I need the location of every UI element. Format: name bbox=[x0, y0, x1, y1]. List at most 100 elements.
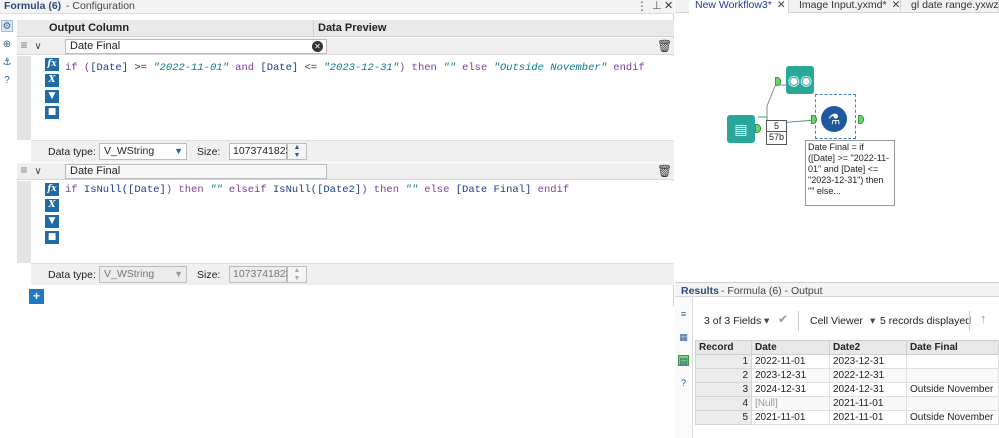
kebab-menu-icon[interactable]: ⋮ bbox=[636, 0, 648, 13]
table-row[interactable]: 3 2024-12-31 2024-12-31 Outside November bbox=[695, 382, 999, 397]
record-cell: 2 bbox=[695, 368, 752, 383]
results-panel: ≡ ▦ ▤ ? 3 of 3 Fields ▾ ✔ Cell Viewer ▾ … bbox=[675, 297, 999, 438]
formula-token: "" bbox=[405, 184, 418, 196]
record-count-badge: 5 57b bbox=[766, 120, 787, 145]
table-cell[interactable]: 2023-12-31 bbox=[829, 354, 907, 369]
function-icon[interactable]: fx bbox=[45, 183, 59, 196]
header-divider[interactable] bbox=[313, 20, 314, 37]
table-cell[interactable]: 2024-12-31 bbox=[829, 382, 907, 397]
load-expression-icon[interactable]: ▼ bbox=[45, 90, 59, 103]
formula-token: "" bbox=[443, 62, 456, 74]
record-cell: 4 bbox=[695, 396, 752, 411]
arrow-up-icon[interactable]: ↑ bbox=[980, 311, 987, 326]
expression-grid-header: Output Column Data Preview bbox=[17, 20, 674, 37]
browse-tool-icon[interactable]: ◉◉ bbox=[786, 66, 814, 94]
pin-icon[interactable]: ⊥ bbox=[652, 0, 662, 12]
size-input[interactable]: 1073741823 bbox=[229, 266, 291, 283]
help-icon[interactable]: ? bbox=[678, 378, 689, 389]
variable-icon[interactable]: X bbox=[45, 74, 59, 87]
save-icon[interactable]: ■ bbox=[45, 106, 59, 119]
close-tab-icon[interactable]: ✕ bbox=[892, 0, 900, 11]
table-cell[interactable] bbox=[906, 354, 999, 369]
chevron-down-icon[interactable]: ∨ bbox=[31, 163, 45, 180]
formula-token: "Outside November" bbox=[493, 62, 607, 74]
size-input[interactable]: 1073741823 bbox=[229, 143, 291, 160]
formula-text[interactable]: if ([Date] >= "2022-11-01" and [Date] <=… bbox=[65, 62, 645, 74]
expression-editor[interactable]: fx X ▼ ■ if ([Date] >= "2022-11-01" and … bbox=[17, 56, 674, 140]
formula-token: ) then bbox=[165, 184, 210, 196]
chevron-down-icon[interactable]: ▾ bbox=[870, 315, 875, 327]
output-column-select[interactable]: Date Final bbox=[65, 164, 327, 179]
data-preview-header: Data Preview bbox=[318, 22, 387, 34]
fields-selector[interactable]: 3 of 3 Fields bbox=[704, 315, 761, 327]
table-row[interactable]: 1 2022-11-01 2023-12-31 bbox=[695, 354, 999, 369]
expression-editor[interactable]: fx X ▼ ■ if IsNull([Date]) then "" elsei… bbox=[17, 181, 674, 263]
formula-tool-icon[interactable]: ⚗ bbox=[821, 106, 847, 132]
table-cell[interactable]: 2021-11-01 bbox=[751, 410, 830, 425]
table-cell[interactable] bbox=[906, 396, 999, 411]
chevron-down-icon[interactable]: ▾ bbox=[764, 315, 769, 327]
clear-icon[interactable]: ✕ bbox=[312, 41, 323, 52]
metadata-icon[interactable]: ▦ bbox=[678, 332, 689, 343]
gear-icon[interactable]: ⚙ bbox=[1, 20, 13, 32]
table-cell[interactable] bbox=[906, 368, 999, 383]
tab-label: New Workflow3* bbox=[695, 0, 772, 11]
column-header[interactable]: Date2 bbox=[829, 340, 907, 355]
formula-token: >= bbox=[128, 62, 154, 74]
connection-icon[interactable]: ⊕ bbox=[1, 38, 13, 50]
table-row[interactable]: 2 2023-12-31 2022-12-31 bbox=[695, 368, 999, 383]
expression-row-bar[interactable]: ≡ ∨ Date Final ✕ 🗑 bbox=[17, 38, 674, 55]
tab-gl-date-range[interactable]: gl date range.yxwz✕ bbox=[905, 0, 999, 13]
table-cell[interactable]: 2022-11-01 bbox=[751, 354, 830, 369]
close-icon[interactable]: ✕ bbox=[664, 0, 673, 12]
tab-image-input[interactable]: Image Input.yxmd* ✕ bbox=[793, 0, 901, 13]
column-header[interactable]: Date Final bbox=[906, 340, 999, 355]
table-cell[interactable]: Outside November bbox=[906, 410, 999, 425]
size-label: Size: bbox=[197, 269, 221, 281]
data-type-select[interactable]: V_WString ▼ bbox=[99, 266, 187, 283]
expression-row-bar[interactable]: ≡ ∨ Date Final 🗑 bbox=[17, 163, 674, 180]
trash-icon[interactable]: 🗑 bbox=[657, 39, 672, 53]
formula-text[interactable]: if IsNull([Date]) then "" elseif IsNull(… bbox=[65, 184, 569, 196]
variable-icon[interactable]: X bbox=[45, 199, 59, 212]
table-cell[interactable]: 2022-12-31 bbox=[829, 368, 907, 383]
drag-handle-icon[interactable]: ≡ bbox=[17, 38, 31, 55]
data-type-value: V_WString bbox=[104, 145, 155, 157]
data-icon[interactable]: ▤ bbox=[678, 355, 689, 366]
column-header[interactable]: Date bbox=[751, 340, 830, 355]
tool-title: Formula (6) bbox=[4, 0, 62, 12]
input-data-tool-icon[interactable]: ▤ bbox=[727, 115, 755, 143]
table-cell[interactable]: 2021-11-01 bbox=[829, 396, 907, 411]
list-icon[interactable]: ≡ bbox=[678, 309, 689, 320]
checkmark-icon[interactable]: ✔ bbox=[778, 312, 788, 326]
records-displayed: 5 records displayed bbox=[880, 315, 972, 327]
cell-viewer-selector[interactable]: Cell Viewer bbox=[810, 315, 863, 327]
tab-new-workflow3[interactable]: New Workflow3* ✕ bbox=[689, 0, 789, 13]
table-cell[interactable]: 2021-11-01 bbox=[829, 410, 907, 425]
table-row[interactable]: 5 2021-11-01 2021-11-01 Outside November bbox=[695, 410, 999, 425]
close-tab-icon[interactable]: ✕ bbox=[777, 0, 786, 11]
save-icon[interactable]: ■ bbox=[45, 231, 59, 244]
workflow-canvas[interactable]: ◉◉ ▤ 5 57b ⚗ Date Final = if ([Date] >= … bbox=[675, 14, 999, 270]
size-spinner-icon[interactable]: ▲ ▼ bbox=[287, 266, 307, 283]
drag-handle-icon[interactable]: ≡ bbox=[17, 163, 31, 180]
table-cell[interactable]: [Null] bbox=[751, 396, 830, 411]
add-expression-button[interactable]: + bbox=[29, 289, 44, 304]
trash-icon[interactable]: 🗑 bbox=[657, 164, 672, 178]
table-row[interactable]: 4 [Null] 2021-11-01 bbox=[695, 396, 999, 411]
tag-icon[interactable]: ⚓ bbox=[1, 56, 13, 68]
table-cell[interactable]: Outside November bbox=[906, 382, 999, 397]
results-table: Record Date Date2 Date Final 1 2022-11-0… bbox=[695, 340, 999, 425]
chevron-down-icon[interactable]: ∨ bbox=[31, 38, 45, 55]
size-spinner-icon[interactable]: ▲ ▼ bbox=[287, 143, 307, 160]
table-cell[interactable]: 2024-12-31 bbox=[751, 382, 830, 397]
function-icon[interactable]: fx bbox=[45, 58, 59, 71]
data-type-select[interactable]: V_WString ▼ bbox=[99, 143, 187, 160]
column-header[interactable]: Record bbox=[695, 340, 752, 355]
load-expression-icon[interactable]: ▼ bbox=[45, 215, 59, 228]
formula-token: "2023-12-31" bbox=[323, 62, 400, 74]
help-icon[interactable]: ? bbox=[1, 74, 13, 86]
expression-tools: fx X ▼ ■ bbox=[45, 58, 61, 122]
output-column-select[interactable]: Date Final bbox=[65, 39, 327, 54]
table-cell[interactable]: 2023-12-31 bbox=[751, 368, 830, 383]
